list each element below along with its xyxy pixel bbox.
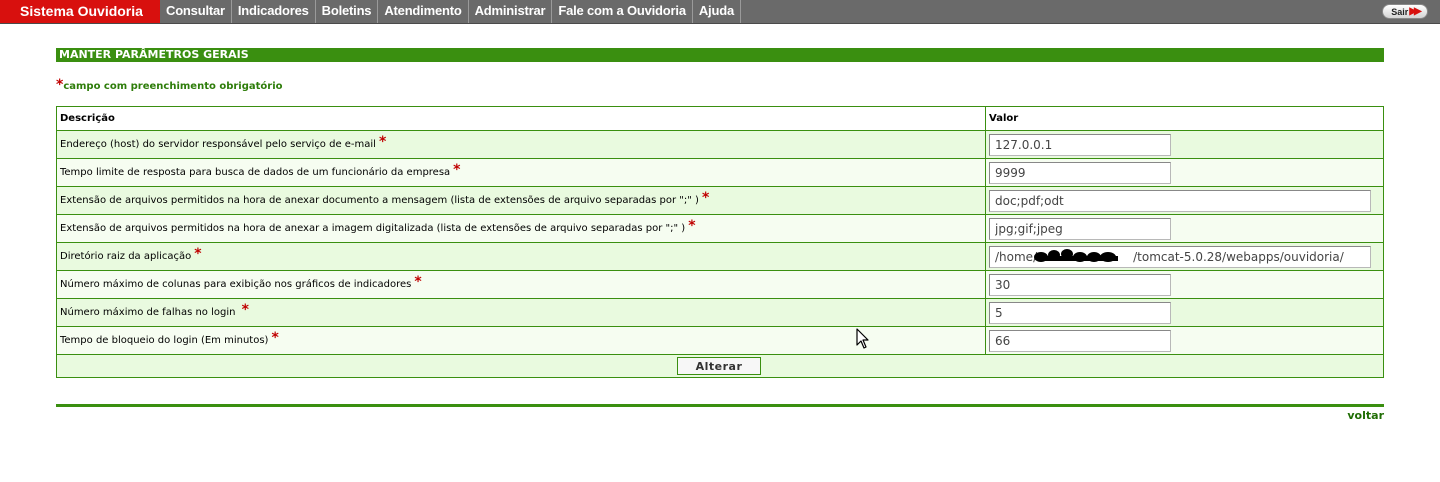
- parameter-label: Número máximo de colunas para exibição n…: [57, 271, 986, 298]
- double-arrow-right-icon: ▶▶: [1409, 6, 1422, 17]
- parameter-label-text: Número máximo de falhas no login: [60, 307, 239, 318]
- required-asterisk: *: [378, 133, 387, 150]
- column-header-value: Valor: [989, 113, 1019, 124]
- parameter-label-text: Extensão de arquivos permitidos na hora …: [60, 223, 686, 234]
- response-timeout-field[interactable]: [989, 161, 1171, 184]
- parameter-value-cell: [986, 215, 1383, 242]
- top-navigation-bar: Sistema Ouvidoria Consultar Indicadores …: [0, 0, 1440, 24]
- logout-button[interactable]: Sair ▶▶: [1382, 4, 1428, 19]
- menu-item-fale-com-a-ouvidoria[interactable]: Fale com a Ouvidoria: [552, 0, 693, 23]
- parameter-label: Endereço (host) do servidor responsável …: [57, 131, 986, 158]
- parameter-label: Tempo de bloqueio do login (Em minutos) *: [57, 327, 986, 354]
- parameter-label-text: Diretório raiz da aplicação: [60, 251, 192, 262]
- required-asterisk: *: [701, 189, 710, 206]
- parameter-label-text: Tempo de bloqueio do login (Em minutos): [60, 335, 269, 346]
- parameter-label-text: Extensão de arquivos permitidos na hora …: [60, 195, 699, 206]
- login-lock-time-field[interactable]: [989, 329, 1171, 352]
- table-row: Número máximo de falhas no login *: [57, 299, 1383, 327]
- parameter-label: Diretório raiz da aplicação *: [57, 243, 986, 270]
- parameter-value-cell: [986, 187, 1383, 214]
- required-note-text: campo com preenchimento obrigatório: [63, 81, 283, 92]
- document-extensions-field[interactable]: [989, 189, 1371, 212]
- column-header-description: Descrição: [57, 107, 986, 130]
- menu-item-consultar[interactable]: Consultar: [160, 0, 232, 23]
- footer-divider: [56, 404, 1384, 407]
- email-host-field[interactable]: [989, 133, 1171, 156]
- menu-item-indicadores[interactable]: Indicadores: [232, 0, 316, 23]
- menu-item-administrar[interactable]: Administrar: [469, 0, 553, 23]
- image-extensions-field[interactable]: [989, 217, 1171, 240]
- page-title: MANTER PARÂMETROS GERAIS: [56, 48, 1384, 62]
- parameter-value-cell: [986, 299, 1383, 326]
- required-field-note: *campo com preenchimento obrigatório: [56, 77, 283, 93]
- alterar-button[interactable]: Alterar: [677, 357, 761, 375]
- max-login-failures-field[interactable]: [989, 301, 1171, 324]
- app-brand[interactable]: Sistema Ouvidoria: [0, 0, 160, 23]
- table-row: Extensão de arquivos permitidos na hora …: [57, 215, 1383, 243]
- parameter-value-cell: [986, 327, 1383, 354]
- required-asterisk: *: [241, 301, 249, 318]
- table-row: Tempo de bloqueio do login (Em minutos) *: [57, 327, 1383, 355]
- parameter-value-cell: [986, 131, 1383, 158]
- required-asterisk: *: [453, 161, 461, 178]
- required-asterisk: *: [414, 273, 422, 290]
- parameter-label: Número máximo de falhas no login *: [57, 299, 986, 326]
- max-chart-columns-field[interactable]: [989, 273, 1171, 296]
- mouse-cursor-icon: [856, 328, 869, 349]
- menu-item-ajuda[interactable]: Ajuda: [693, 0, 741, 23]
- parameter-label-text: Número máximo de colunas para exibição n…: [60, 279, 412, 290]
- parameter-label: Extensão de arquivos permitidos na hora …: [57, 187, 986, 214]
- table-row: Endereço (host) do servidor responsável …: [57, 131, 1383, 159]
- form-actions: Alterar: [57, 355, 1383, 377]
- parameter-value-cell: [986, 271, 1383, 298]
- parameter-label: Extensão de arquivos permitidos na hora …: [57, 215, 986, 242]
- table-row: Diretório raiz da aplicação *: [57, 243, 1383, 271]
- required-asterisk: *: [194, 245, 202, 262]
- table-row: Extensão de arquivos permitidos na hora …: [57, 187, 1383, 215]
- required-asterisk: *: [688, 217, 696, 234]
- parameter-value-cell: [986, 159, 1383, 186]
- required-asterisk: *: [271, 329, 279, 346]
- menu-item-atendimento[interactable]: Atendimento: [378, 0, 469, 23]
- table-row: Tempo limite de resposta para busca de d…: [57, 159, 1383, 187]
- parameters-form-table: Descrição Valor Endereço (host) do servi…: [56, 106, 1384, 378]
- back-link[interactable]: voltar: [1347, 409, 1384, 422]
- parameter-label: Tempo limite de resposta para busca de d…: [57, 159, 986, 186]
- parameter-label-text: Endereço (host) do servidor responsável …: [60, 139, 376, 150]
- table-row: Número máximo de colunas para exibição n…: [57, 271, 1383, 299]
- main-menu: Consultar Indicadores Boletins Atendimen…: [160, 0, 741, 23]
- logout-label: Sair: [1391, 6, 1409, 17]
- redaction-scribble: [1034, 249, 1118, 262]
- table-header-row: Descrição Valor: [57, 107, 1383, 131]
- menu-item-boletins[interactable]: Boletins: [316, 0, 379, 23]
- parameter-label-text: Tempo limite de resposta para busca de d…: [60, 167, 451, 178]
